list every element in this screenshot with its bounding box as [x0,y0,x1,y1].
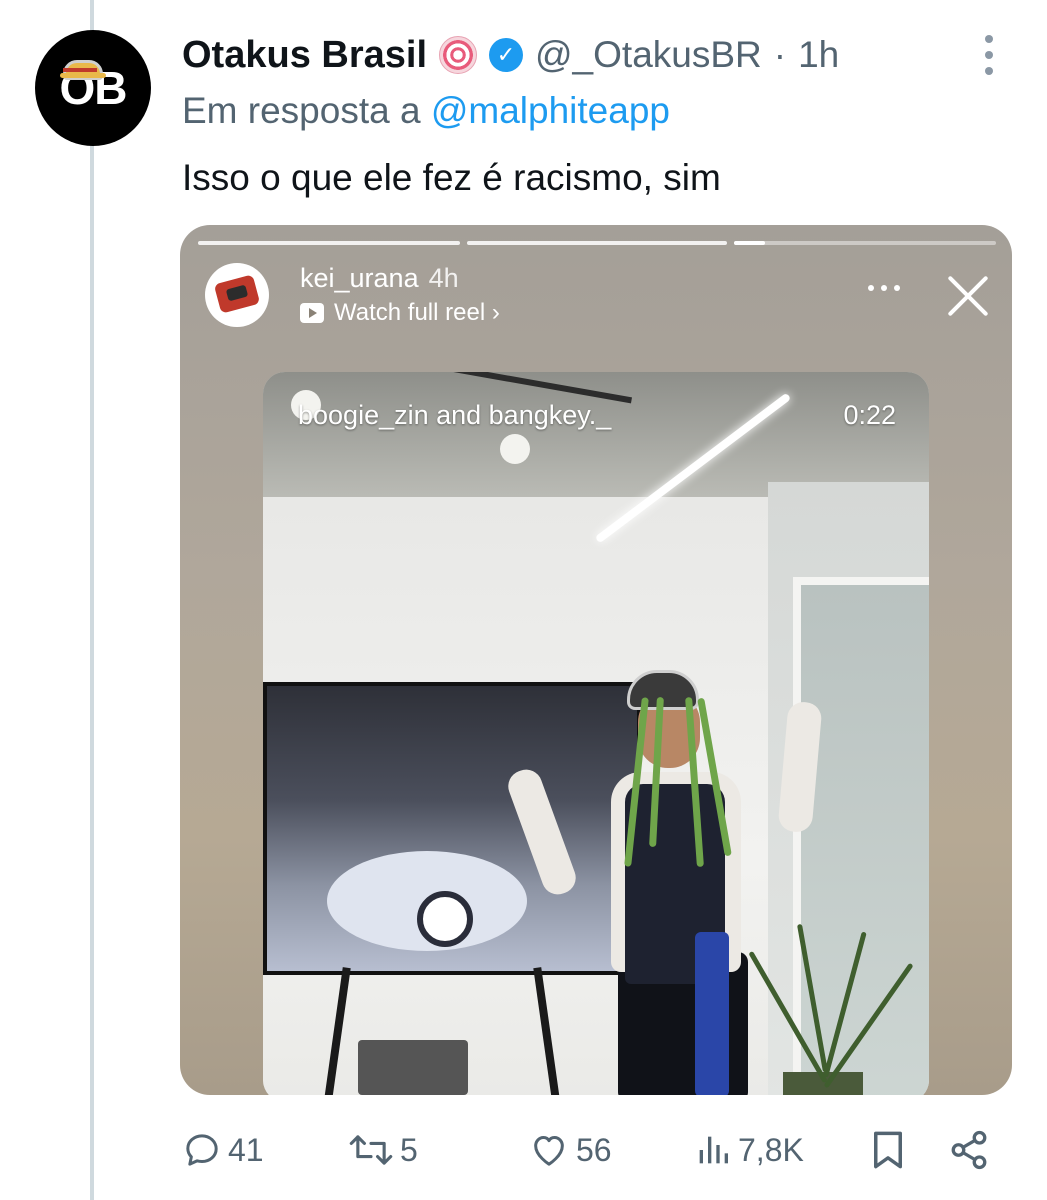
story-close-icon [945,273,991,319]
handle[interactable]: @_OtakusBR [535,34,762,76]
watch-reel-label: Watch full reel › [334,299,500,326]
watch-full-reel-link: Watch full reel › [300,299,500,327]
more-vertical-icon[interactable] [980,35,998,75]
tweet-text: Isso o que ele fez é racismo, sim [182,157,721,198]
laptop [358,1040,468,1095]
story-progress-3 [734,241,996,245]
anime-eye [417,891,473,947]
story-username: kei_urana [300,263,419,293]
tv-screen [263,682,641,975]
reply-button[interactable]: 41 [182,1122,264,1178]
reply-prefix: Em resposta a [182,90,421,131]
video-caption: boogie_zin and bangkey._ [298,400,612,430]
story-progress-1 [198,241,460,245]
tweet-header: Otakus Brasil ✓ @_OtakusBR · 1h [182,30,839,80]
reply-mention-link[interactable]: @malphiteapp [431,90,670,131]
separator-dot: · [773,34,787,75]
bookmark-button[interactable] [870,1122,906,1178]
blue-cloth [695,932,729,1095]
hat-band [63,68,97,72]
spiral-emoji-icon [439,36,477,74]
story-avatar [205,263,269,327]
timestamp[interactable]: 1h [798,34,839,76]
story-more-icon [868,285,900,291]
story-time: 4h [428,263,459,293]
views-icon [699,1136,728,1164]
display-name[interactable]: Otakus Brasil [182,34,427,77]
story-user: kei_urana 4h [300,263,459,294]
views-count: 7,8K [738,1131,804,1168]
video-duration: 0:22 [843,400,896,430]
bookmark-icon [874,1131,902,1169]
retweet-icon [349,1135,393,1165]
verified-check-icon: ✓ [489,38,523,72]
reply-icon [186,1134,218,1166]
action-bar: 41 5 56 7,8K [180,1122,1000,1178]
share-icon [951,1130,987,1170]
reel-play-icon [300,303,324,323]
views-button[interactable]: 7,8K [694,1122,804,1178]
ceiling-bulb [500,434,530,464]
share-button[interactable] [948,1122,990,1178]
media-attachment[interactable]: kei_urana 4h Watch full reel › boogie_zi… [180,225,1012,1095]
story-progress-2 [467,241,727,245]
avatar[interactable]: ŌB [35,30,151,146]
thread-line [90,0,94,1200]
reply-count: 41 [228,1131,264,1168]
like-count: 56 [576,1131,612,1168]
retweet-count: 5 [400,1131,418,1168]
retweet-button[interactable]: 5 [348,1122,418,1178]
video-frame: boogie_zin and bangkey._ 0:22 [263,372,929,1095]
heart-icon [534,1136,564,1166]
like-button[interactable]: 56 [528,1122,612,1178]
reply-context: Em resposta a @malphiteapp [182,90,670,132]
